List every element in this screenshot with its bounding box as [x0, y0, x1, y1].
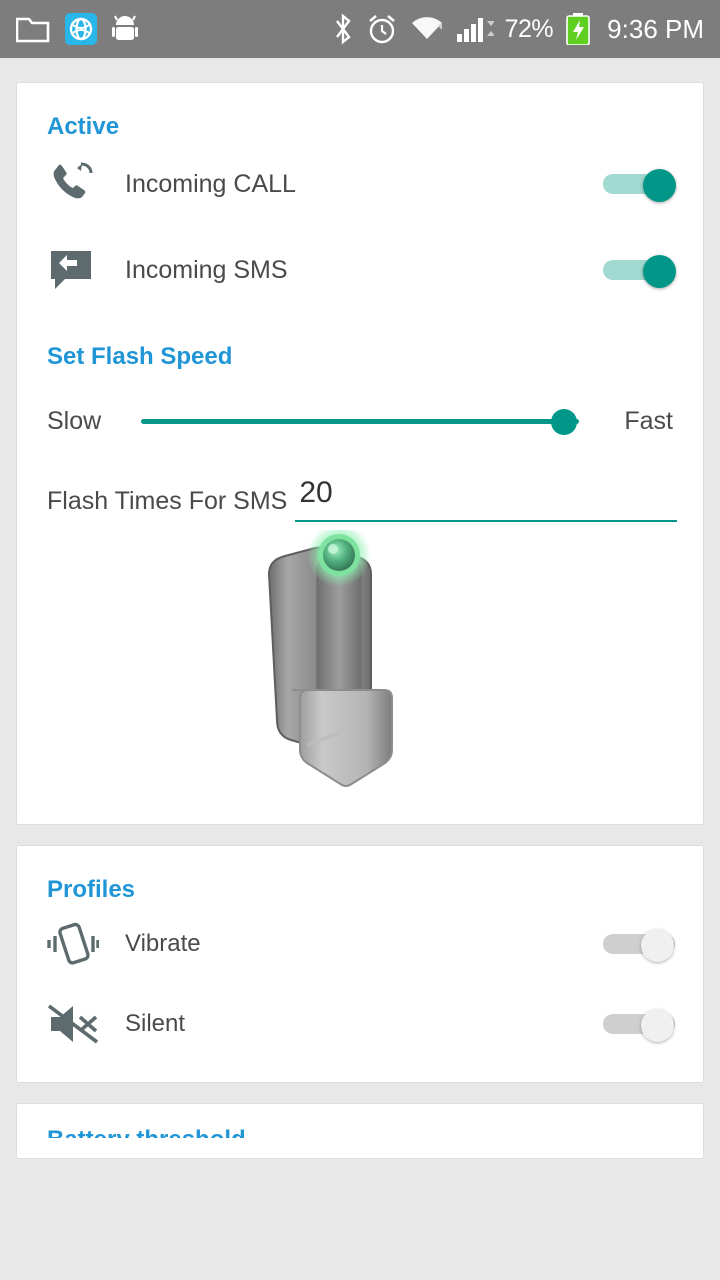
settings-scroll-container[interactable]: Active Incoming CALL Incoming SMS Set Fl… [0, 58, 720, 1280]
android-robot-icon [112, 14, 138, 44]
active-section-title: Active [47, 113, 120, 140]
flash-times-row[interactable]: Flash Times For SMS 20 [17, 462, 703, 522]
battery-percent-label: 72% [504, 14, 554, 43]
vibrate-icon [47, 920, 125, 968]
profiles-section-title: Profiles [47, 876, 136, 903]
active-card: Active Incoming CALL Incoming SMS Set Fl… [16, 82, 704, 825]
alarm-icon [366, 13, 398, 45]
flash-speed-section-title: Set Flash Speed [47, 343, 233, 370]
status-bar: 72% 9:36 PM [0, 0, 720, 58]
row-incoming-call[interactable]: Incoming CALL [17, 141, 703, 227]
slider-track [141, 419, 579, 424]
incoming-sms-label: Incoming SMS [125, 255, 288, 284]
battery-threshold-card: Battery threshold [16, 1103, 704, 1159]
flash-times-input[interactable]: 20 [295, 476, 677, 522]
signal-icon [456, 14, 494, 44]
toggle-thumb [643, 255, 676, 288]
row-incoming-sms[interactable]: Incoming SMS [17, 227, 703, 313]
clock-label: 9:36 PM [607, 13, 704, 44]
slider-thumb[interactable] [551, 408, 577, 435]
folder-icon [16, 15, 50, 43]
toggle-thumb [643, 169, 676, 202]
toggle-thumb [641, 929, 674, 962]
browser-icon [64, 12, 98, 46]
battery-charging-icon [564, 13, 592, 45]
vibrate-label: Vibrate [125, 930, 201, 957]
silent-icon [47, 1000, 125, 1048]
slider-min-label: Slow [47, 407, 102, 435]
bluetooth-icon [331, 13, 355, 45]
status-bar-left-icons [16, 12, 138, 46]
battery-threshold-title: Battery threshold [17, 1104, 703, 1138]
flash-speed-slider-row[interactable]: Slow Fast [17, 371, 703, 462]
profiles-card: Profiles Vibrate Silent [16, 845, 704, 1083]
silent-toggle[interactable] [603, 1009, 677, 1042]
incoming-call-label: Incoming CALL [125, 169, 296, 198]
row-vibrate[interactable]: Vibrate [17, 904, 703, 984]
status-bar-right-icons: 72% 9:36 PM [331, 13, 704, 45]
vibrate-toggle[interactable] [603, 929, 677, 962]
incoming-sms-toggle[interactable] [603, 255, 677, 288]
row-silent[interactable]: Silent [17, 984, 703, 1064]
flash-times-label: Flash Times For SMS [47, 487, 288, 515]
incoming-call-icon [47, 160, 125, 208]
incoming-sms-icon [47, 247, 125, 293]
flash-speed-slider[interactable] [141, 408, 579, 436]
wifi-icon [409, 15, 445, 43]
incoming-call-toggle[interactable] [603, 169, 677, 202]
slider-max-label: Fast [624, 407, 673, 435]
toggle-thumb [641, 1009, 674, 1042]
silent-label: Silent [125, 1010, 186, 1037]
flashlight-illustration [17, 522, 703, 806]
